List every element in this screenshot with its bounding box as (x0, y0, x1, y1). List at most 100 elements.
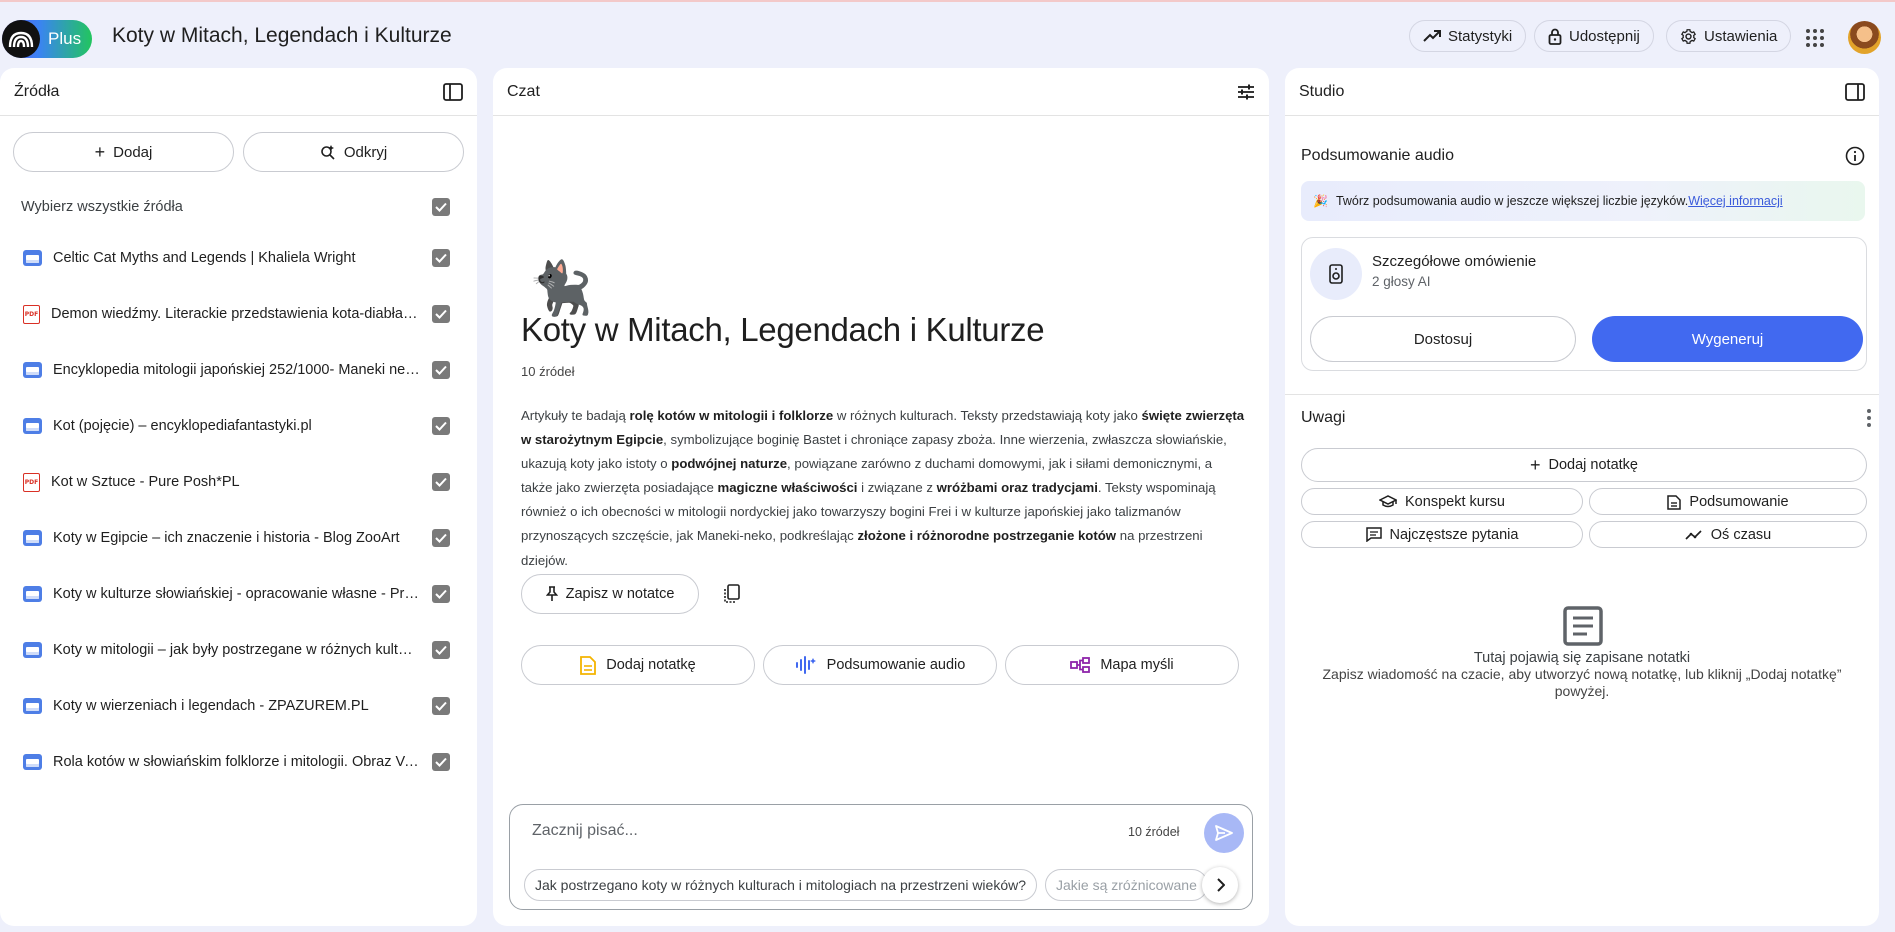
summary-doc-icon (1667, 494, 1682, 510)
collapse-panel-icon[interactable] (443, 82, 463, 101)
sources-header: Źródła (0, 68, 477, 116)
share-label: Udostępnij (1569, 27, 1640, 45)
source-item[interactable]: PDF Demon wiedźmy. Literackie przedstawie… (0, 286, 477, 342)
timeline-icon (1685, 529, 1702, 540)
faq-button[interactable]: Najczęstsze pytania (1301, 521, 1583, 548)
source-checkbox[interactable] (432, 361, 450, 379)
source-label: Koty w kulturze słowiańskiej - opracowan… (53, 586, 420, 602)
source-item[interactable]: Koty w wierzeniach i legendach - ZPAZURE… (0, 678, 477, 734)
select-all-label: Wybierz wszystkie źródła (21, 199, 183, 215)
input-source-count: 10 źródeł (1128, 825, 1180, 839)
suggestion-chip[interactable]: Jakie są zróżnicowane (1045, 869, 1208, 901)
source-checkbox[interactable] (432, 585, 450, 603)
source-item[interactable]: Koty w mitologii – jak były postrzegane … (0, 622, 477, 678)
web-page-icon (23, 250, 42, 266)
plus-icon: + (94, 141, 106, 162)
chat-header: Czat (493, 68, 1269, 116)
add-source-label: Dodaj (113, 143, 153, 161)
pin-icon (545, 586, 558, 601)
source-item[interactable]: Celtic Cat Myths and Legends | Khaliela … (0, 230, 477, 286)
learn-more-link[interactable]: Więcej informacji (1688, 194, 1782, 208)
timeline-button[interactable]: Oś czasu (1589, 521, 1867, 548)
source-checkbox[interactable] (432, 249, 450, 267)
share-button[interactable]: Udostępnij (1534, 20, 1654, 52)
source-label: Koty w mitologii – jak były postrzegane … (53, 642, 420, 658)
add-note-button[interactable]: + Dodaj notatkę (1301, 448, 1867, 482)
party-icon: 🎉 (1313, 194, 1328, 208)
avatar[interactable] (1848, 21, 1881, 54)
source-item[interactable]: Kot (pojęcie) – encyklopediafantastyki.p… (0, 398, 477, 454)
studio-title: Studio (1299, 82, 1345, 100)
customize-button[interactable]: Dostosuj (1310, 316, 1576, 362)
discover-sources-button[interactable]: Odkryj (243, 132, 464, 172)
copy-icon[interactable] (723, 584, 741, 604)
source-item[interactable]: Koty w kulturze słowiańskiej - opracowan… (0, 566, 477, 622)
source-checkbox[interactable] (432, 641, 450, 659)
briefing-button[interactable]: Podsumowanie (1589, 488, 1867, 515)
pdf-icon: PDF (23, 304, 40, 324)
speaker-icon (1310, 248, 1362, 300)
stats-button[interactable]: Statystyki (1409, 20, 1527, 52)
languages-banner: 🎉 Twórz podsumowania audio w jeszcze wię… (1301, 181, 1865, 221)
trending-up-icon (1423, 30, 1441, 42)
select-all-row: Wybierz wszystkie źródła (0, 192, 477, 222)
select-all-checkbox[interactable] (432, 198, 450, 216)
timeline-label: Oś czasu (1710, 526, 1772, 543)
generate-button[interactable]: Wygeneruj (1592, 316, 1863, 362)
add-source-button[interactable]: + Dodaj (13, 132, 234, 172)
chat-title: Czat (507, 82, 540, 100)
briefing-label: Podsumowanie (1689, 493, 1789, 510)
source-item[interactable]: PDF Kot w Sztuce - Pure Posh*PL (0, 454, 477, 510)
notebook-emoji: 🐈‍⬛ (528, 259, 593, 319)
web-page-icon (23, 698, 42, 714)
note-doc-icon (580, 655, 597, 675)
audio-overview-label: Podsumowanie audio (826, 657, 966, 673)
send-button[interactable] (1204, 813, 1244, 853)
source-label: Koty w wierzeniach i legendach - ZPAZURE… (53, 698, 369, 714)
chat-input[interactable]: Zacznij pisać... (532, 822, 638, 840)
source-label: Kot w Sztuce - Pure Posh*PL (51, 474, 240, 490)
notebooklm-logo[interactable]: Plus (2, 20, 92, 58)
next-suggestions-button[interactable] (1202, 867, 1238, 903)
web-page-icon (23, 586, 42, 602)
save-to-note-button[interactable]: Zapisz w notatce (521, 574, 699, 614)
mind-map-button[interactable]: Mapa myśli (1005, 645, 1239, 685)
send-icon (1215, 825, 1233, 841)
source-item[interactable]: Encyklopedia mitologii japońskiej 252/10… (0, 342, 477, 398)
settings-button[interactable]: Ustawienia (1666, 20, 1792, 52)
studio-panel: Studio Podsumowanie audio 🎉 Twórz podsum… (1285, 68, 1879, 926)
gear-icon (1681, 28, 1696, 44)
plus-icon: + (1530, 454, 1541, 475)
summary-highlight: rolę kotów w mitologii i folklorze (629, 408, 834, 423)
logo-icon (2, 20, 40, 58)
add-note-action-button[interactable]: Dodaj notatkę (521, 645, 755, 685)
audio-overview-title: Podsumowanie audio (1301, 147, 1454, 164)
tune-icon[interactable] (1237, 84, 1255, 100)
apps-grid-icon[interactable] (1806, 29, 1824, 47)
source-count: 10 źródeł (521, 364, 575, 379)
source-item[interactable]: Koty w Egipcie – ich znaczenie i histori… (0, 510, 477, 566)
lock-icon (1548, 28, 1562, 45)
web-page-icon (23, 642, 42, 658)
study-guide-button[interactable]: Konspekt kursu (1301, 488, 1583, 515)
source-label: Koty w Egipcie – ich znaczenie i histori… (53, 530, 400, 546)
more-vert-icon[interactable] (1867, 409, 1871, 427)
source-checkbox[interactable] (432, 697, 450, 715)
settings-label: Ustawienia (1704, 27, 1778, 45)
audio-overview-button[interactable]: Podsumowanie audio (763, 645, 997, 685)
collapse-panel-icon[interactable] (1845, 82, 1865, 101)
source-label: Demon wiedźmy. Literackie przedstawienia… (51, 306, 418, 322)
notebook-title[interactable]: Koty w Mitach, Legendach i Kulturze (112, 24, 452, 48)
source-checkbox[interactable] (432, 529, 450, 547)
discover-search-icon (321, 145, 335, 160)
source-checkbox[interactable] (432, 417, 450, 435)
source-checkbox[interactable] (432, 753, 450, 771)
source-label: Rola kotów w słowiańskim folklorze i mit… (53, 754, 420, 770)
source-checkbox[interactable] (432, 473, 450, 491)
study-guide-label: Konspekt kursu (1405, 493, 1505, 510)
source-item[interactable]: Rola kotów w słowiańskim folklorze i mit… (0, 734, 477, 790)
source-checkbox[interactable] (432, 305, 450, 323)
info-icon[interactable] (1845, 146, 1865, 166)
suggestion-chip[interactable]: Jak postrzegano koty w różnych kulturach… (524, 869, 1038, 901)
audio-overview-card: Szczegółowe omówienie 2 głosy AI Dostosu… (1301, 237, 1867, 371)
